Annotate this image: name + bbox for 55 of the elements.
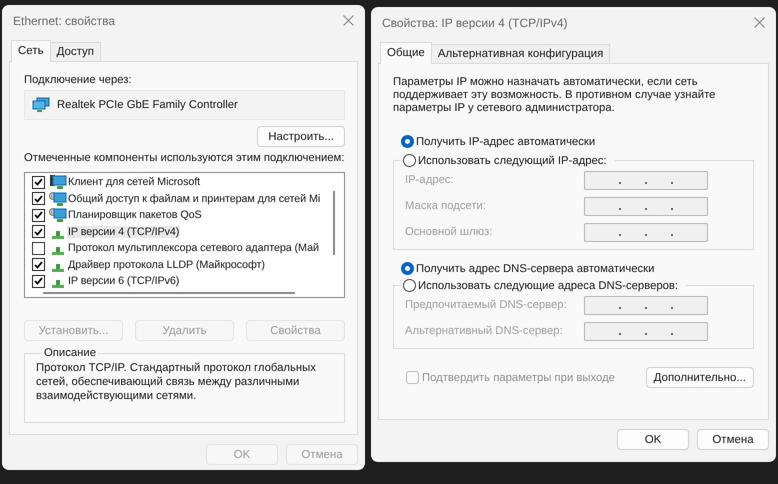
network-connector-icon (52, 230, 64, 239)
field-label: Предпочитаемый DNS-сервер: (405, 299, 567, 311)
component-name[interactable]: Драйвер протокола LLDP (Майкрософт) (67, 258, 266, 271)
section-label: Подключение через: (24, 74, 133, 86)
scrollbar-thumb[interactable] (333, 191, 335, 255)
field-label: Альтернативный DNS-сервер: (405, 325, 563, 337)
field-label: Основной шлюз: (405, 226, 492, 238)
checkbox[interactable] (32, 258, 45, 272)
network-connector-icon (52, 247, 64, 256)
component-name[interactable]: IP версии 6 (TCP/IPv6) (67, 275, 180, 288)
window-title: Свойства: IP версии 4 (TCP/IPv4) (382, 16, 568, 30)
tab[interactable]: Альтернативная конфигурация (430, 44, 610, 63)
configure-button[interactable]: Настроить... (257, 126, 345, 147)
tab[interactable]: Доступ (50, 42, 102, 61)
component-name[interactable]: Общий доступ к файлам и принтерам для сетей Mi (67, 192, 322, 205)
group-title: Описание (43, 347, 97, 359)
component-name[interactable]: Планировщик пакетов QoS (67, 209, 203, 222)
component-name[interactable]: IP версии 4 (TCP/IPv4) (67, 226, 180, 238)
window-title: Ethernet: свойства (13, 14, 116, 28)
dialog-button[interactable]: Отмена (697, 429, 769, 450)
advanced-button[interactable]: Дополнительно... (646, 367, 754, 388)
tab[interactable]: Общие (380, 42, 432, 64)
adapter-name: Realtek PCIe GbE Family Controller (57, 99, 238, 111)
close-icon[interactable] (343, 15, 354, 26)
radio-option[interactable]: Получить адрес DNS-сервера автоматически (401, 262, 754, 275)
checkbox[interactable] (32, 176, 45, 189)
field-label: IP-адрес: (405, 174, 454, 186)
radio-button[interactable] (401, 135, 414, 148)
computer-gear-icon (49, 207, 67, 224)
radio-button[interactable] (403, 154, 416, 167)
intro-text: Параметры IP можно назначать автоматически, если сеть поддерживает эту возможность. В противном случае узнайте параметры IP у сетевого администратора. (393, 76, 716, 115)
dialog-button[interactable]: OK (617, 429, 689, 450)
computer-gear-icon (49, 190, 67, 207)
checkbox[interactable] (32, 274, 45, 288)
tab[interactable]: Сеть (11, 40, 51, 62)
description-text: Протокол TCP/IP. Стандартный протокол глобальных сетей, обеспечивающий связь между различными взаимодействующими сетями. (36, 361, 317, 403)
checkbox[interactable] (32, 192, 45, 206)
computer-icon (49, 174, 67, 190)
radio-option[interactable]: Получить IP-адрес автоматически (401, 135, 754, 148)
component-name[interactable]: Протокол мультиплексора сетевого адаптера (Май (67, 242, 320, 254)
component-name[interactable]: Клиент для сетей Microsoft (67, 176, 202, 188)
scrollbar-thumb[interactable] (43, 292, 295, 294)
network-adapter-icon (32, 97, 50, 113)
network-connector-icon (52, 264, 64, 272)
close-icon[interactable] (754, 17, 765, 28)
checkbox[interactable] (32, 208, 45, 222)
radio-button[interactable] (401, 262, 414, 275)
field-label: Маска подсети: (405, 200, 486, 212)
radio-button[interactable] (403, 279, 416, 292)
section-label: Отмеченные компоненты используются этим подключением: (24, 152, 345, 164)
checkbox[interactable] (32, 225, 45, 238)
network-connector-icon (52, 280, 64, 288)
radio-option[interactable]: Использовать следующие адреса DNS-серверов: (401, 279, 686, 292)
checkbox[interactable] (32, 242, 45, 255)
radio-option[interactable]: Использовать следующий IP-адрес: (401, 154, 615, 167)
